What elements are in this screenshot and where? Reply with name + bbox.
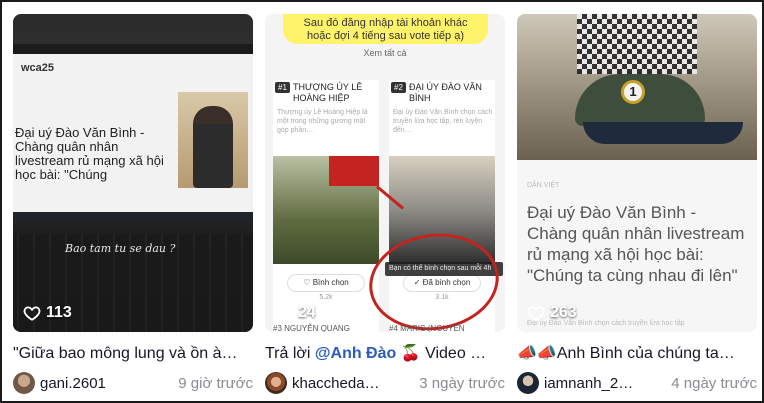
video-caption[interactable]: 📣📣Anh Bình của chúng ta…	[517, 344, 757, 364]
caption-mention[interactable]: @Anh Đào	[315, 345, 396, 362]
candidate-description: Đại úy Đào Văn Bình chọn cách truyền lửa…	[393, 109, 493, 134]
video-thumbnail[interactable]: Sau đó đăng nhập tài khoản khác hoặc đợi…	[265, 14, 505, 332]
next-candidate-label: #4 MARIS (NGUYỄN	[389, 324, 465, 332]
vote-count: 5.2k	[319, 294, 333, 301]
flag	[329, 156, 379, 186]
instruction-banner: Sau đó đăng nhập tài khoản khác hoặc đợi…	[283, 14, 488, 44]
post-time: 3 ngày trước	[419, 374, 505, 392]
caption-suffix: 🍒 Video …	[396, 345, 487, 362]
see-all-link: Xem tất cả	[363, 48, 407, 58]
handwritten-text: Bao tam tu se dau ?	[65, 242, 176, 255]
article-source: DÂN VIỆT	[527, 182, 560, 189]
avatar[interactable]	[517, 372, 539, 394]
heart-icon	[23, 306, 41, 321]
cap-brim	[583, 122, 743, 144]
post-time: 9 giờ trước	[178, 374, 253, 392]
scarf-pattern	[577, 14, 697, 74]
candidate-card-a: #1 THƯỢNG ÚY LÊ HOÀNG HIỆP Thượng úy Lê …	[273, 80, 379, 332]
author-row[interactable]: khacchedа… 3 ngày trước	[265, 372, 505, 394]
candidate-rank: #1	[275, 82, 290, 93]
username[interactable]: khacchedа…	[292, 375, 380, 392]
video-grid: wca25 Đại uý Đào Văn Bình - Chàng quân n…	[0, 0, 764, 403]
author-row[interactable]: iamnanh_2… 4 ngày trước	[517, 372, 757, 394]
video-card-2[interactable]: Sau đó đăng nhập tài khoản khác hoặc đợi…	[265, 14, 505, 394]
video-card-3[interactable]: 1 DÂN VIỆT Đại uý Đào Văn Bình - Chàng q…	[517, 14, 757, 394]
candidate-name: THƯỢNG ÚY LÊ HOÀNG HIỆP	[293, 82, 363, 103]
username[interactable]: gani.2601	[40, 375, 106, 392]
video-card-1[interactable]: wca25 Đại uý Đào Văn Bình - Chàng quân n…	[13, 14, 253, 394]
candidate-description: Thượng úy Lê Hoàng Hiệp là một trong nhữ…	[277, 109, 368, 134]
person-figure	[193, 106, 233, 188]
video-thumbnail[interactable]: wca25 Đại uý Đào Văn Bình - Chàng quân n…	[13, 14, 253, 332]
heart-icon	[275, 306, 293, 321]
like-count-value: 263	[550, 304, 577, 321]
post-time: 4 ngày trước	[671, 374, 757, 392]
video-caption[interactable]: "Giữa bao mông lung và ồn à…	[13, 344, 253, 364]
next-candidate-label: #3 NGUYỄN QUANG	[273, 324, 350, 332]
heart-icon	[527, 306, 545, 321]
author-row[interactable]: gani.2601 9 giờ trước	[13, 372, 253, 394]
site-logo: wca25	[21, 62, 55, 74]
like-count: 113	[23, 304, 72, 322]
like-count: 263	[527, 304, 577, 322]
caption-prefix: Trả lời	[265, 345, 315, 362]
candidate-name: ĐẠI ÚY ĐÀO VĂN BÌNH	[409, 82, 482, 103]
video-caption[interactable]: Trả lời @Anh Đào 🍒 Video …	[265, 344, 505, 364]
thumbnail-headline: Đại uý Đào Văn Bình - Chàng quân nhân li…	[15, 125, 164, 182]
username[interactable]: iamnanh_2…	[544, 375, 633, 392]
vote-button: ♡ Bình chọn	[287, 274, 365, 292]
cap-badge: 1	[621, 80, 645, 104]
like-count: 24	[275, 304, 316, 322]
candidate-rank: #2	[391, 82, 406, 93]
avatar[interactable]	[13, 372, 35, 394]
video-thumbnail[interactable]: 1 DÂN VIỆT Đại uý Đào Văn Bình - Chàng q…	[517, 14, 757, 332]
avatar[interactable]	[265, 372, 287, 394]
thumbnail-headline: Đại uý Đào Văn Bình - Chàng quân nhân li…	[527, 203, 745, 285]
like-count-value: 113	[46, 304, 72, 321]
like-count-value: 24	[298, 304, 316, 321]
taskbar	[13, 212, 253, 222]
